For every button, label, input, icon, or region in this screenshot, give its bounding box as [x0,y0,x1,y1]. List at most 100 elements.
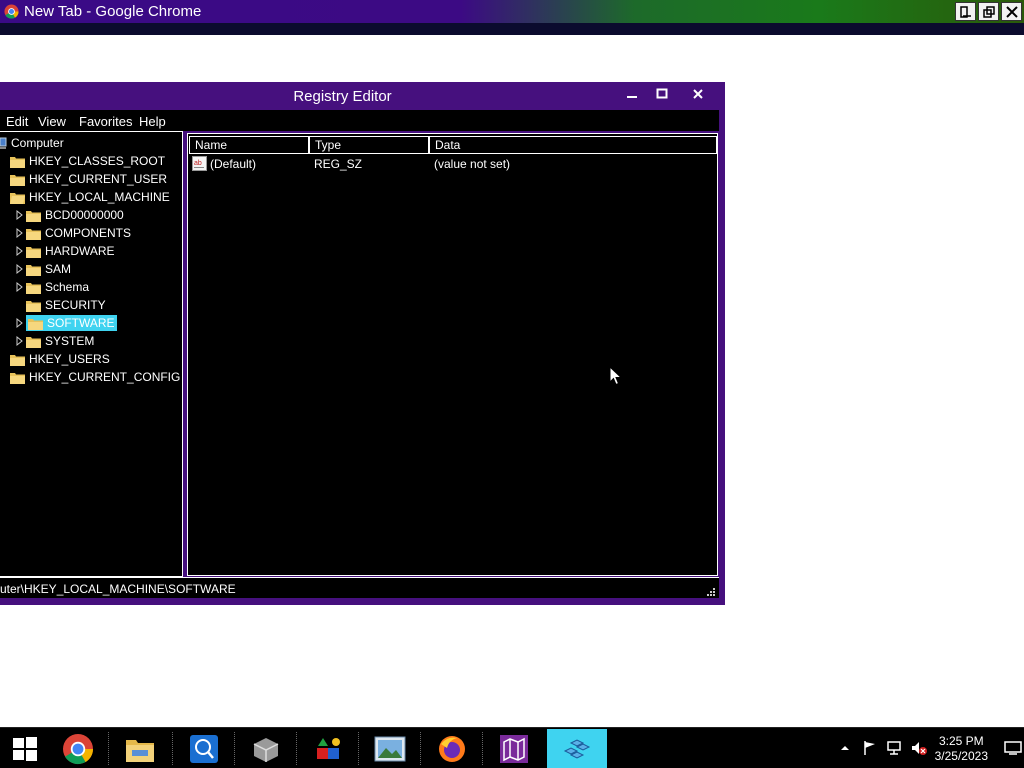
tree-item-label: Schema [45,280,90,294]
taskbar-separator [482,732,484,765]
drive-icon [253,737,279,762]
tree-item-hkey-local-machine[interactable]: HKEY_LOCAL_MACHINE [10,189,170,205]
folder-icon [26,246,41,258]
tree-item-software[interactable]: SOFTWARE [14,315,117,331]
expand-arrow-icon [16,281,23,293]
expand-arrow-icon [16,317,23,329]
values-list-pane[interactable]: Name Type Data ab (Default) REG_SZ (valu… [187,133,718,576]
chrome-close-button[interactable] [1001,2,1022,21]
tree-item-label: SOFTWARE [47,316,115,330]
photos-icon [374,736,406,761]
close-icon [693,89,703,99]
maximize-icon [656,88,668,99]
taskbar-network-search[interactable] [176,729,232,768]
clock-date: 3/25/2023 [934,749,988,763]
tree-item-hardware[interactable]: HARDWARE [14,243,115,259]
chrome-restore-button[interactable] [978,2,999,21]
taskbar-separator [358,732,360,765]
tree-item-security[interactable]: SECURITY [26,297,106,313]
tree-item-computer[interactable]: Computer [0,135,64,151]
network-icon[interactable] [886,740,902,756]
menu-view[interactable]: View [38,114,66,129]
taskbar-chrome[interactable] [50,729,106,768]
tree-item-label: HKEY_USERS [29,352,110,366]
tree-item-label: HKEY_CLASSES_ROOT [29,154,166,168]
firefox-icon [439,735,465,762]
folder-icon [26,228,41,240]
taskbar-drive-utility[interactable] [238,729,294,768]
tree-item-sam[interactable]: SAM [14,261,71,277]
clock-time: 3:25 PM [938,734,984,748]
taskbar-maps[interactable] [486,729,542,768]
taskbar-shapes-app[interactable] [300,729,356,768]
tree-item-hkey-users[interactable]: HKEY_USERS [10,351,110,367]
registry-editor-icon [563,738,591,759]
regedit-minimize-button[interactable] [617,84,647,104]
taskbar-firefox[interactable] [424,729,480,768]
maps-icon [500,734,528,763]
folder-icon [26,264,41,276]
chrome-tab-strip [0,23,1024,35]
tree-item-bcd[interactable]: BCD00000000 [14,207,124,223]
regedit-close-button[interactable] [677,84,719,104]
taskbar-file-explorer[interactable] [112,729,168,768]
expand-arrow-icon [16,227,23,239]
notification-icon[interactable] [1004,740,1022,756]
show-hidden-icons-chevron-icon[interactable] [840,744,850,752]
status-bar: uter\HKEY_LOCAL_MACHINE\SOFTWARE [0,577,719,598]
expand-arrow-icon [16,209,23,221]
taskbar-registry-editor[interactable] [547,729,607,768]
tree-item-label: HKEY_LOCAL_MACHINE [29,190,170,204]
folder-icon [10,156,25,168]
tree-item-label: COMPONENTS [45,226,132,240]
column-header-name[interactable]: Name [189,136,309,154]
tree-item-system[interactable]: SYSTEM [14,333,94,349]
folder-icon [26,210,41,222]
tree-item-label: SAM [45,262,72,276]
value-name: (Default) [210,157,257,171]
volume-muted-icon[interactable] [910,740,928,756]
tree-item-components[interactable]: COMPONENTS [14,225,131,241]
value-data: (value not set) [434,157,511,171]
status-key-path: uter\HKEY_LOCAL_MACHINE\SOFTWARE [0,582,236,596]
tree-item-label: SYSTEM [45,334,95,348]
computer-icon [0,137,7,149]
resize-grip-icon[interactable] [705,586,715,596]
regedit-maximize-button[interactable] [647,84,677,104]
registry-editor-window: Registry Editor Edit View Favorites Help… [0,82,725,605]
menu-bar: Edit View Favorites Help [0,110,719,131]
chrome-logo-icon [4,4,19,19]
start-button[interactable] [0,729,50,768]
tree-item-hkey-current-config[interactable]: HKEY_CURRENT_CONFIG [10,369,180,385]
chrome-title-bar[interactable]: New Tab - Google Chrome [0,0,1024,23]
tree-item-hkey-classes-root[interactable]: HKEY_CLASSES_ROOT [10,153,165,169]
value-row[interactable]: ab (Default) REG_SZ (value not set) [192,155,712,173]
restore-icon [982,5,995,18]
folder-icon [10,174,25,186]
folder-icon [26,300,41,312]
folder-open-icon [10,192,25,204]
tree-item-label: Computer [11,136,64,150]
tree-item-hkey-current-user[interactable]: HKEY_CURRENT_USER [10,171,167,187]
taskbar-photos[interactable] [362,729,418,768]
selected-highlight: SOFTWARE [26,315,117,331]
tree-item-label: HKEY_CURRENT_CONFIG [29,370,181,384]
regedit-title-bar[interactable]: Registry Editor [0,82,725,110]
tree-item-schema[interactable]: Schema [14,279,89,295]
menu-favorites[interactable]: Favorites [79,114,132,129]
chrome-minimize-button[interactable] [955,2,976,21]
folder-icon [26,336,41,348]
menu-edit[interactable]: Edit [6,114,28,129]
column-header-data[interactable]: Data [429,136,717,154]
menu-help[interactable]: Help [139,114,166,129]
action-center-flag-icon[interactable] [862,740,878,756]
mouse-cursor-icon [609,366,623,386]
svg-text:ab: ab [194,160,202,167]
tree-item-label: BCD00000000 [45,208,124,222]
expand-arrow-icon [16,263,23,275]
minimize-icon [627,96,637,98]
column-header-type[interactable]: Type [309,136,429,154]
key-tree-pane[interactable]: Computer HKEY_CLASSES_ROOT HKEY_CURRENT_… [0,131,183,577]
close-icon [1005,5,1018,18]
system-clock[interactable]: 3:25 PM 3/25/2023 [935,734,988,764]
